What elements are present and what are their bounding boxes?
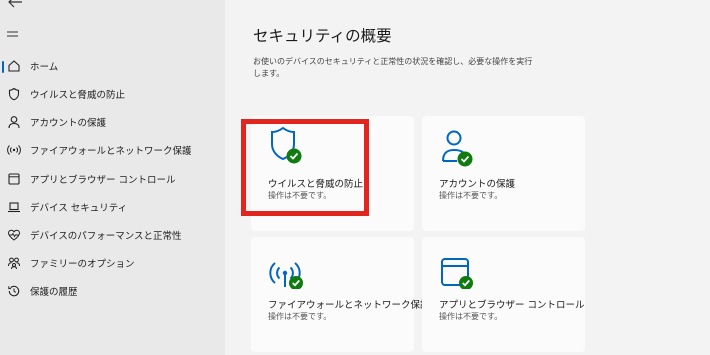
shield-check-icon xyxy=(267,124,303,168)
laptop-icon xyxy=(6,199,22,215)
tile-title: ウイルスと脅威の防止 xyxy=(268,179,364,190)
sidebar-item-device-performance[interactable]: デバイスのパフォーマンスと正常性 xyxy=(0,222,225,248)
sidebar-item-virus-protection[interactable]: ウイルスと脅威の防止 xyxy=(0,81,225,107)
sidebar-item-home[interactable]: ホーム xyxy=(0,53,225,79)
tile-account-protection[interactable]: アカウントの保護 操作は不要です。 xyxy=(422,116,585,231)
back-button[interactable] xyxy=(6,0,24,10)
tile-status: 操作は不要です。 xyxy=(268,312,332,321)
history-icon xyxy=(6,283,22,299)
sidebar-item-label: デバイスのパフォーマンスと正常性 xyxy=(30,231,182,242)
tile-status: 操作は不要です。 xyxy=(439,191,503,200)
back-arrow-icon xyxy=(8,0,22,8)
tile-title: ファイアウォールとネットワーク保護 xyxy=(268,300,430,311)
sidebar-item-app-browser[interactable]: アプリとブラウザー コントロール xyxy=(0,166,225,192)
page-title: セキュリティの概要 xyxy=(253,27,392,45)
hamburger-menu-button[interactable] xyxy=(6,27,22,39)
sidebar-item-family-options[interactable]: ファミリーのオプション xyxy=(0,250,225,276)
sidebar-item-label: ファミリーのオプション xyxy=(30,259,135,270)
wifi-icon xyxy=(6,142,22,158)
wifi-check-icon xyxy=(267,245,303,290)
sidebar-item-device-security[interactable]: デバイス セキュリティ xyxy=(0,194,225,220)
hamburger-icon xyxy=(7,31,18,37)
sidebar-item-label: アカウントの保護 xyxy=(30,118,107,129)
sidebar-item-firewall[interactable]: ファイアウォールとネットワーク保護 xyxy=(0,137,225,163)
sidebar-item-account-protection[interactable]: アカウントの保護 xyxy=(0,109,225,135)
browser-check-icon xyxy=(438,245,474,290)
tile-virus-protection[interactable]: ウイルスと脅威の防止 操作は不要です。 xyxy=(251,116,414,231)
person-icon xyxy=(6,114,22,130)
shield-icon xyxy=(6,86,22,102)
tile-firewall[interactable]: ファイアウォールとネットワーク保護 操作は不要です。 xyxy=(251,237,430,352)
tile-title: アプリとブラウザー コントロール xyxy=(439,300,585,311)
sidebar-item-label: ホーム xyxy=(30,62,59,73)
tile-title: アカウントの保護 xyxy=(439,179,516,190)
heart-icon xyxy=(6,227,22,243)
account-check-icon xyxy=(438,124,474,168)
sidebar-item-protection-history[interactable]: 保護の履歴 xyxy=(0,278,225,304)
sidebar-item-label: デバイス セキュリティ xyxy=(30,203,128,214)
home-icon xyxy=(6,58,22,74)
sidebar: ホーム ウイルスと脅威の防止 アカウントの保護 ファイアウォールとネットワーク保… xyxy=(0,0,225,355)
sidebar-item-label: ウイルスと脅威の防止 xyxy=(30,90,126,101)
app-window-icon xyxy=(6,171,22,187)
sidebar-item-label: アプリとブラウザー コントロール xyxy=(30,175,176,186)
sidebar-item-label: 保護の履歴 xyxy=(30,287,78,298)
page-description: お使いのデバイスのセキュリティと正常性の状況を確認し、必要な操作を実行します。 xyxy=(253,57,533,78)
sidebar-item-label: ファイアウォールとネットワーク保護 xyxy=(30,146,192,157)
tile-status: 操作は不要です。 xyxy=(268,191,332,200)
family-icon xyxy=(6,255,22,271)
tile-status: 操作は不要です。 xyxy=(439,312,503,321)
tile-app-browser[interactable]: アプリとブラウザー コントロール 操作は不要です。 xyxy=(422,237,585,352)
